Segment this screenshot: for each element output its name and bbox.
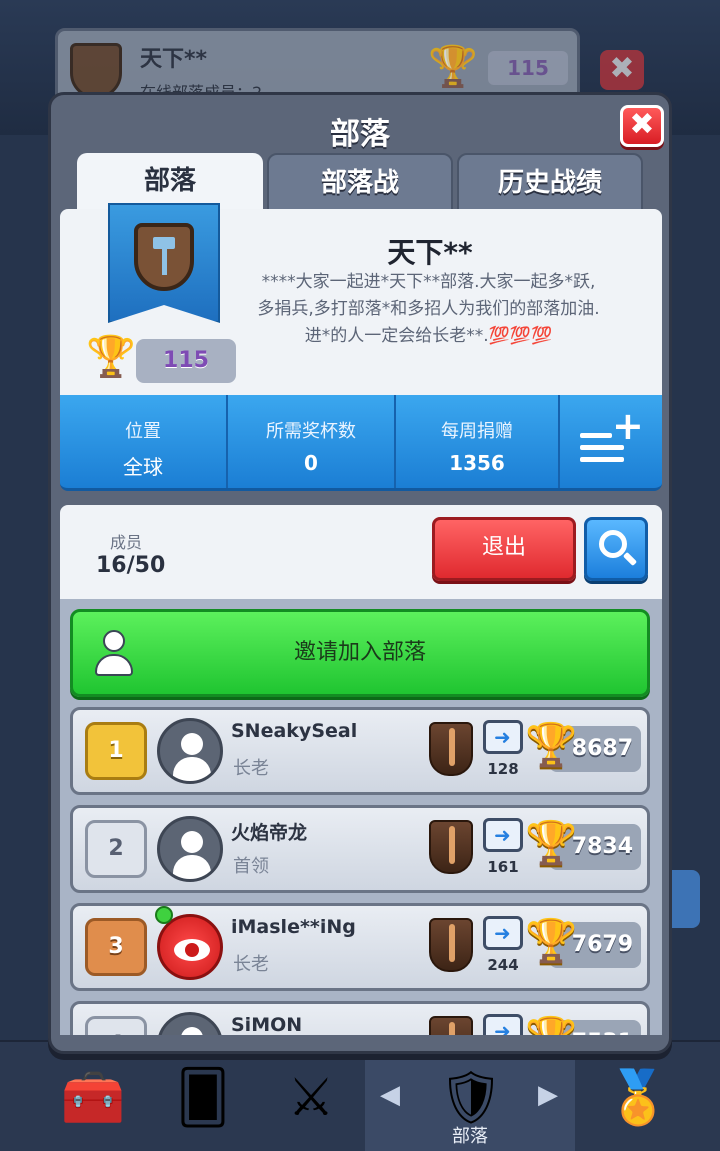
stat-required-value: 0 [304, 451, 318, 475]
search-icon [599, 530, 627, 558]
chest-icon[interactable]: 🧰 [40, 1042, 146, 1151]
clan-info-card: 🏆 115 天下** ****大家一起进*天下**部落.大家一起多*跃,多捐兵,… [60, 203, 662, 395]
close-button[interactable]: ✖ [620, 105, 664, 147]
members-count: 16/50 [96, 553, 166, 578]
arena-icon [429, 722, 473, 776]
members-label: 成员 [110, 533, 143, 552]
battle-icon[interactable]: ⚔ [258, 1042, 364, 1151]
nav-active-label: 部落 [452, 1126, 488, 1147]
invite-button[interactable]: 邀请加入部落 [70, 609, 650, 697]
donate-icon: ➜ [483, 916, 523, 950]
stat-donations-label: 每周捐赠 [441, 421, 513, 442]
background-trophies: 115 [488, 51, 568, 85]
clan-badge-icon [70, 43, 122, 99]
rank-badge: 1 [85, 722, 147, 780]
cards-icon[interactable]: 🂠 [150, 1042, 256, 1151]
trophy-icon: 🏆 [428, 44, 478, 90]
stat-required-label: 所需奖杯数 [266, 421, 356, 442]
trophy-icon: 🏆 [86, 334, 136, 380]
donate-icon: ➜ [483, 1014, 523, 1035]
tournament-icon[interactable]: 🏅 [585, 1042, 691, 1151]
stat-donations-value: 1356 [449, 451, 505, 475]
clan-description: ****大家一起进*天下**部落.大家一起多*跃,多捐兵,多打部落*和多招人为我… [257, 272, 600, 346]
member-name: SNeakySeal [231, 720, 358, 742]
clan-panel: 部落 ✖ 部落 部落战 历史战绩 🏆 115 天下** ****大家一起进*天下… [48, 92, 672, 1054]
member-donations: 161 [487, 858, 519, 876]
donate-icon: ➜ [483, 720, 523, 754]
member-list[interactable]: 邀请加入部落 1 SNeakySeal 长老 ➜ 128 8687 🏆 2 火焰… [60, 599, 662, 1035]
tab-clan[interactable]: 部落 [77, 153, 263, 211]
background-close-icon: ✖ [600, 50, 644, 90]
member-role: 长老 [233, 758, 269, 779]
stat-location-value: 全球 [123, 455, 163, 479]
clan-badge-icon [134, 223, 194, 291]
member-row[interactable]: 4 SiMON ➜ 7531 🏆 [70, 1001, 650, 1035]
background-clan-name: 天下** [140, 47, 208, 72]
trophy-icon: 🏆 [525, 720, 578, 769]
member-name: iMasle**iNg [231, 916, 356, 938]
panel-title: 部落 [330, 117, 390, 152]
avatar [157, 718, 223, 784]
bottom-nav: 🧰 🂠 ⚔ 🛡 🏅 [0, 1040, 720, 1151]
stat-location-label: 位置 [125, 421, 161, 442]
rank-badge: 4 [85, 1016, 147, 1035]
avatar [157, 914, 223, 980]
member-donations: 244 [487, 956, 519, 974]
rank-badge: 3 [85, 918, 147, 976]
arena-icon [429, 918, 473, 972]
tab-history[interactable]: 历史战绩 [457, 153, 643, 211]
stat-required-trophies: 所需奖杯数 0 [228, 395, 396, 488]
clan-trophies: 115 [136, 339, 236, 383]
avatar [157, 1012, 223, 1035]
menu-plus-icon[interactable]: + [572, 407, 644, 473]
member-role: 长老 [233, 954, 269, 975]
avatar [157, 816, 223, 882]
clan-name: 天下** [387, 236, 473, 269]
nav-right-arrow-icon[interactable]: ▶ [538, 1080, 558, 1110]
member-row[interactable]: 1 SNeakySeal 长老 ➜ 128 8687 🏆 [70, 707, 650, 795]
members-header: 成员 16/50 退出 [60, 505, 662, 599]
nav-left-arrow-icon[interactable]: ◀ [380, 1080, 400, 1110]
invite-label: 邀请加入部落 [293, 640, 426, 665]
clan-stats-bar: 位置 全球 所需奖杯数 0 每周捐赠 1356 + [60, 395, 662, 491]
trophy-icon: 🏆 [525, 818, 578, 867]
member-donations: 128 [487, 760, 519, 778]
member-role: 首领 [233, 856, 269, 877]
member-row[interactable]: 2 火焰帝龙 首领 ➜ 161 7834 🏆 [70, 805, 650, 893]
donate-icon: ➜ [483, 818, 523, 852]
member-name: SiMON [231, 1014, 303, 1035]
trophy-icon: 🏆 [525, 916, 578, 965]
arena-icon [429, 1016, 473, 1035]
member-row[interactable]: 3 iMasle**iNg 长老 ➜ 244 7679 🏆 [70, 903, 650, 991]
stat-location: 位置 全球 [60, 395, 228, 488]
arena-icon [429, 820, 473, 874]
tab-clan-war[interactable]: 部落战 [267, 153, 453, 211]
online-status-icon [155, 906, 173, 924]
rank-badge: 2 [85, 820, 147, 878]
leave-button[interactable]: 退出 [432, 517, 576, 581]
close-icon: ✖ [629, 107, 655, 142]
search-button[interactable] [584, 517, 648, 581]
stat-weekly-donations: 每周捐赠 1356 [396, 395, 560, 488]
member-name: 火焰帝龙 [231, 822, 308, 844]
trophy-icon: 🏆 [525, 1014, 577, 1035]
